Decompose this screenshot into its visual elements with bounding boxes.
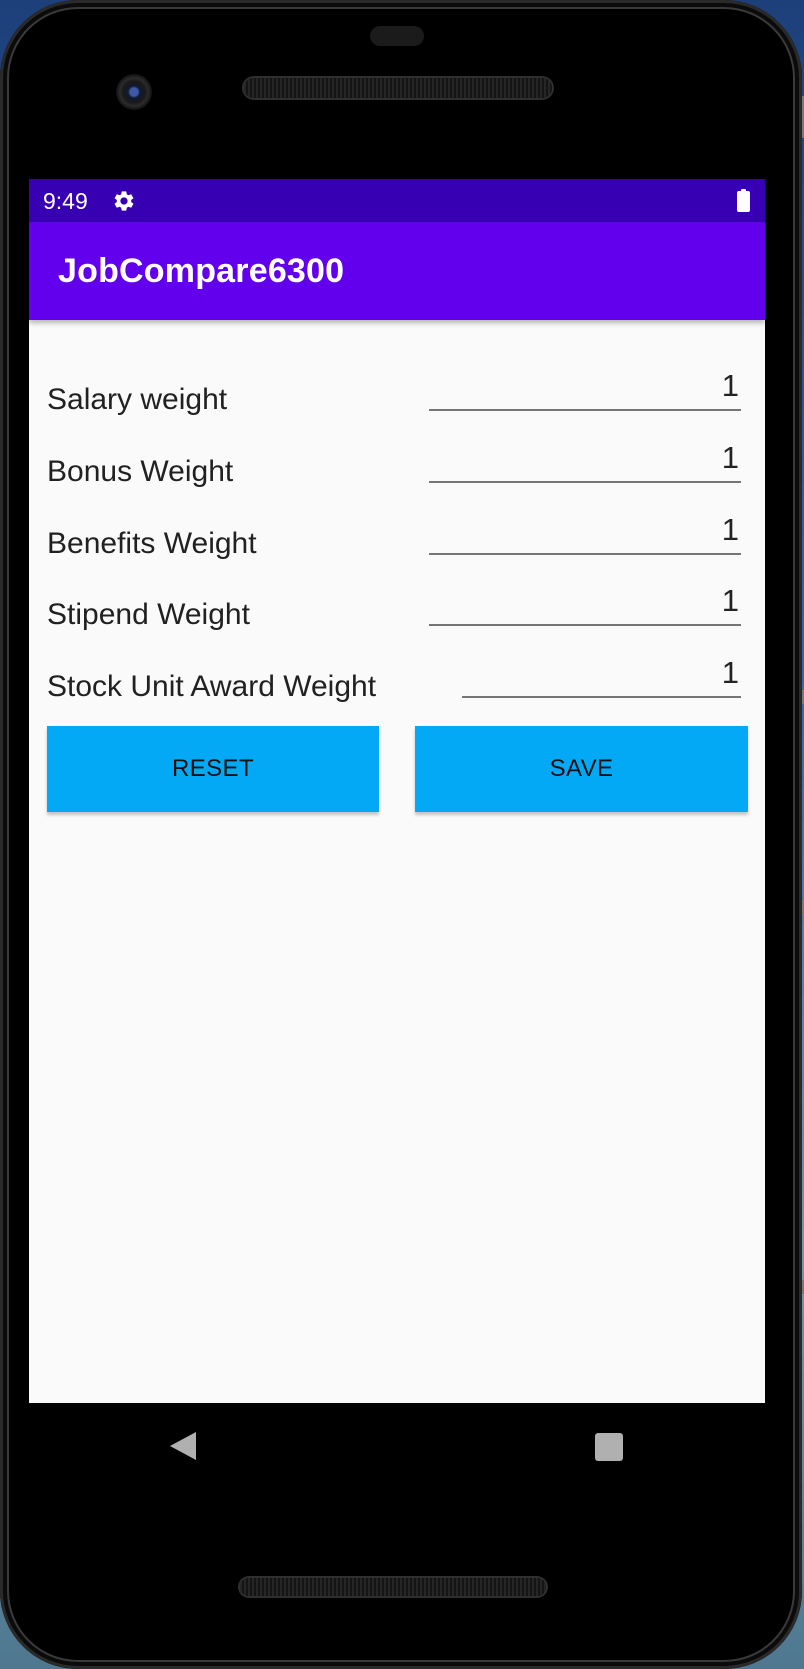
save-button[interactable]: SAVE [415,726,748,812]
benefits-weight-input[interactable] [429,511,741,555]
recents-icon[interactable] [595,1433,623,1461]
stock-unit-award-weight-label: Stock Unit Award Weight [47,670,377,703]
app-bar: JobCompare6300 [29,222,765,320]
stipend-weight-row: Stipend Weight [29,580,765,648]
benefits-weight-row: Benefits Weight [29,509,765,577]
bonus-weight-label: Bonus Weight [47,455,234,488]
front-camera [116,74,152,110]
reset-button[interactable]: RESET [47,726,379,812]
stock-unit-award-weight-input[interactable] [462,654,741,698]
bonus-weight-row: Bonus Weight [29,437,765,505]
status-time: 9:49 [43,188,88,214]
device-screen: 9:49 JobCompare6300 Salary weight Bonus … [29,179,765,1403]
bottom-speaker-grille [240,1578,546,1596]
stipend-weight-label: Stipend Weight [47,598,250,631]
bonus-weight-input[interactable] [429,439,741,483]
top-speaker-grille [244,78,552,98]
salary-weight-label: Salary weight [47,383,228,416]
back-icon[interactable] [168,1430,198,1462]
salary-weight-row: Salary weight [29,365,765,433]
battery-icon [737,189,750,212]
benefits-weight-label: Benefits Weight [47,527,257,560]
earpiece-notch [370,26,424,46]
stipend-weight-input[interactable] [429,582,741,626]
status-bar: 9:49 [29,179,765,222]
gear-icon [114,191,134,211]
salary-weight-input[interactable] [429,367,741,411]
stock-unit-award-weight-row: Stock Unit Award Weight [29,652,765,720]
app-title: JobCompare6300 [58,252,345,290]
phone-frame: 9:49 JobCompare6300 Salary weight Bonus … [0,0,802,1669]
